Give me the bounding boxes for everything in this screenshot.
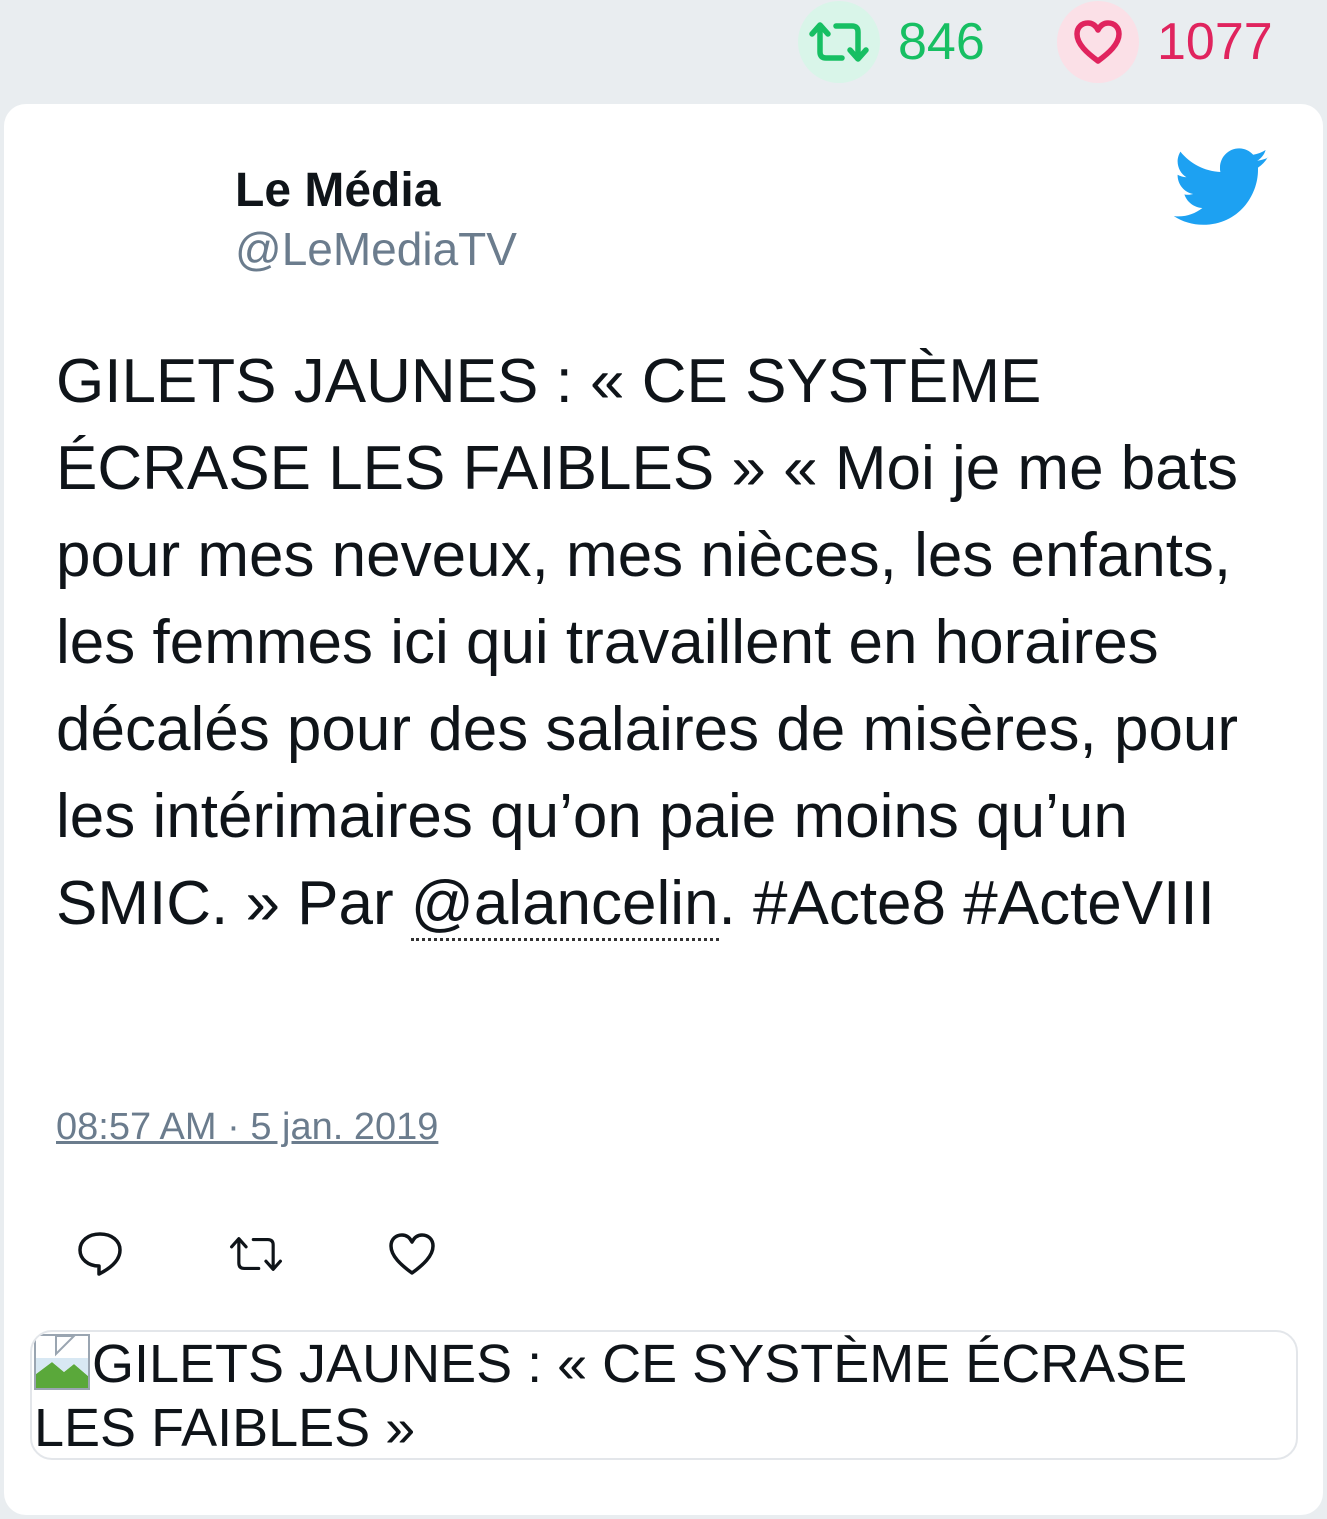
author-handle: @LeMediaTV (235, 222, 517, 275)
link-preview-title: GILETS JAUNES : « CE SYSTÈME ÉCRASE LES … (34, 1334, 1188, 1458)
retweet-stat[interactable]: 846 (798, 0, 985, 84)
author-name: Le Média (235, 164, 441, 217)
like-action-icon[interactable] (384, 1226, 440, 1282)
twitter-bird-icon[interactable] (1173, 148, 1270, 228)
reply-icon[interactable] (72, 1226, 128, 1282)
retweet-count: 846 (898, 13, 985, 71)
tweet-stats-bar: 846 1077 (0, 0, 1327, 104)
like-stat[interactable]: 1077 (1057, 0, 1273, 84)
tweet-body: GILETS JAUNES : « CE SYSTÈME ÉCRASE LES … (56, 338, 1291, 947)
like-count: 1077 (1157, 13, 1273, 71)
link-preview-card[interactable]: GILETS JAUNES : « CE SYSTÈME ÉCRASE LES … (30, 1330, 1298, 1460)
heart-icon (1057, 1, 1139, 83)
tweet-author[interactable]: Le Média @LeMediaTV (235, 162, 517, 277)
retweet-action-icon[interactable] (228, 1226, 284, 1282)
tweet-actions (72, 1224, 540, 1284)
retweet-icon (798, 1, 880, 83)
tweet-card: Le Média @LeMediaTV GILETS JAUNES : « CE… (4, 104, 1323, 1515)
tweet-hashtags: . #Acte8 #ActeVIII (718, 869, 1215, 938)
mention-link[interactable]: @alancelin (410, 869, 719, 941)
tweet-text: GILETS JAUNES : « CE SYSTÈME ÉCRASE LES … (56, 347, 1239, 938)
tweet-timestamp[interactable]: 08:57 AM · 5 jan. 2019 (56, 1108, 438, 1146)
